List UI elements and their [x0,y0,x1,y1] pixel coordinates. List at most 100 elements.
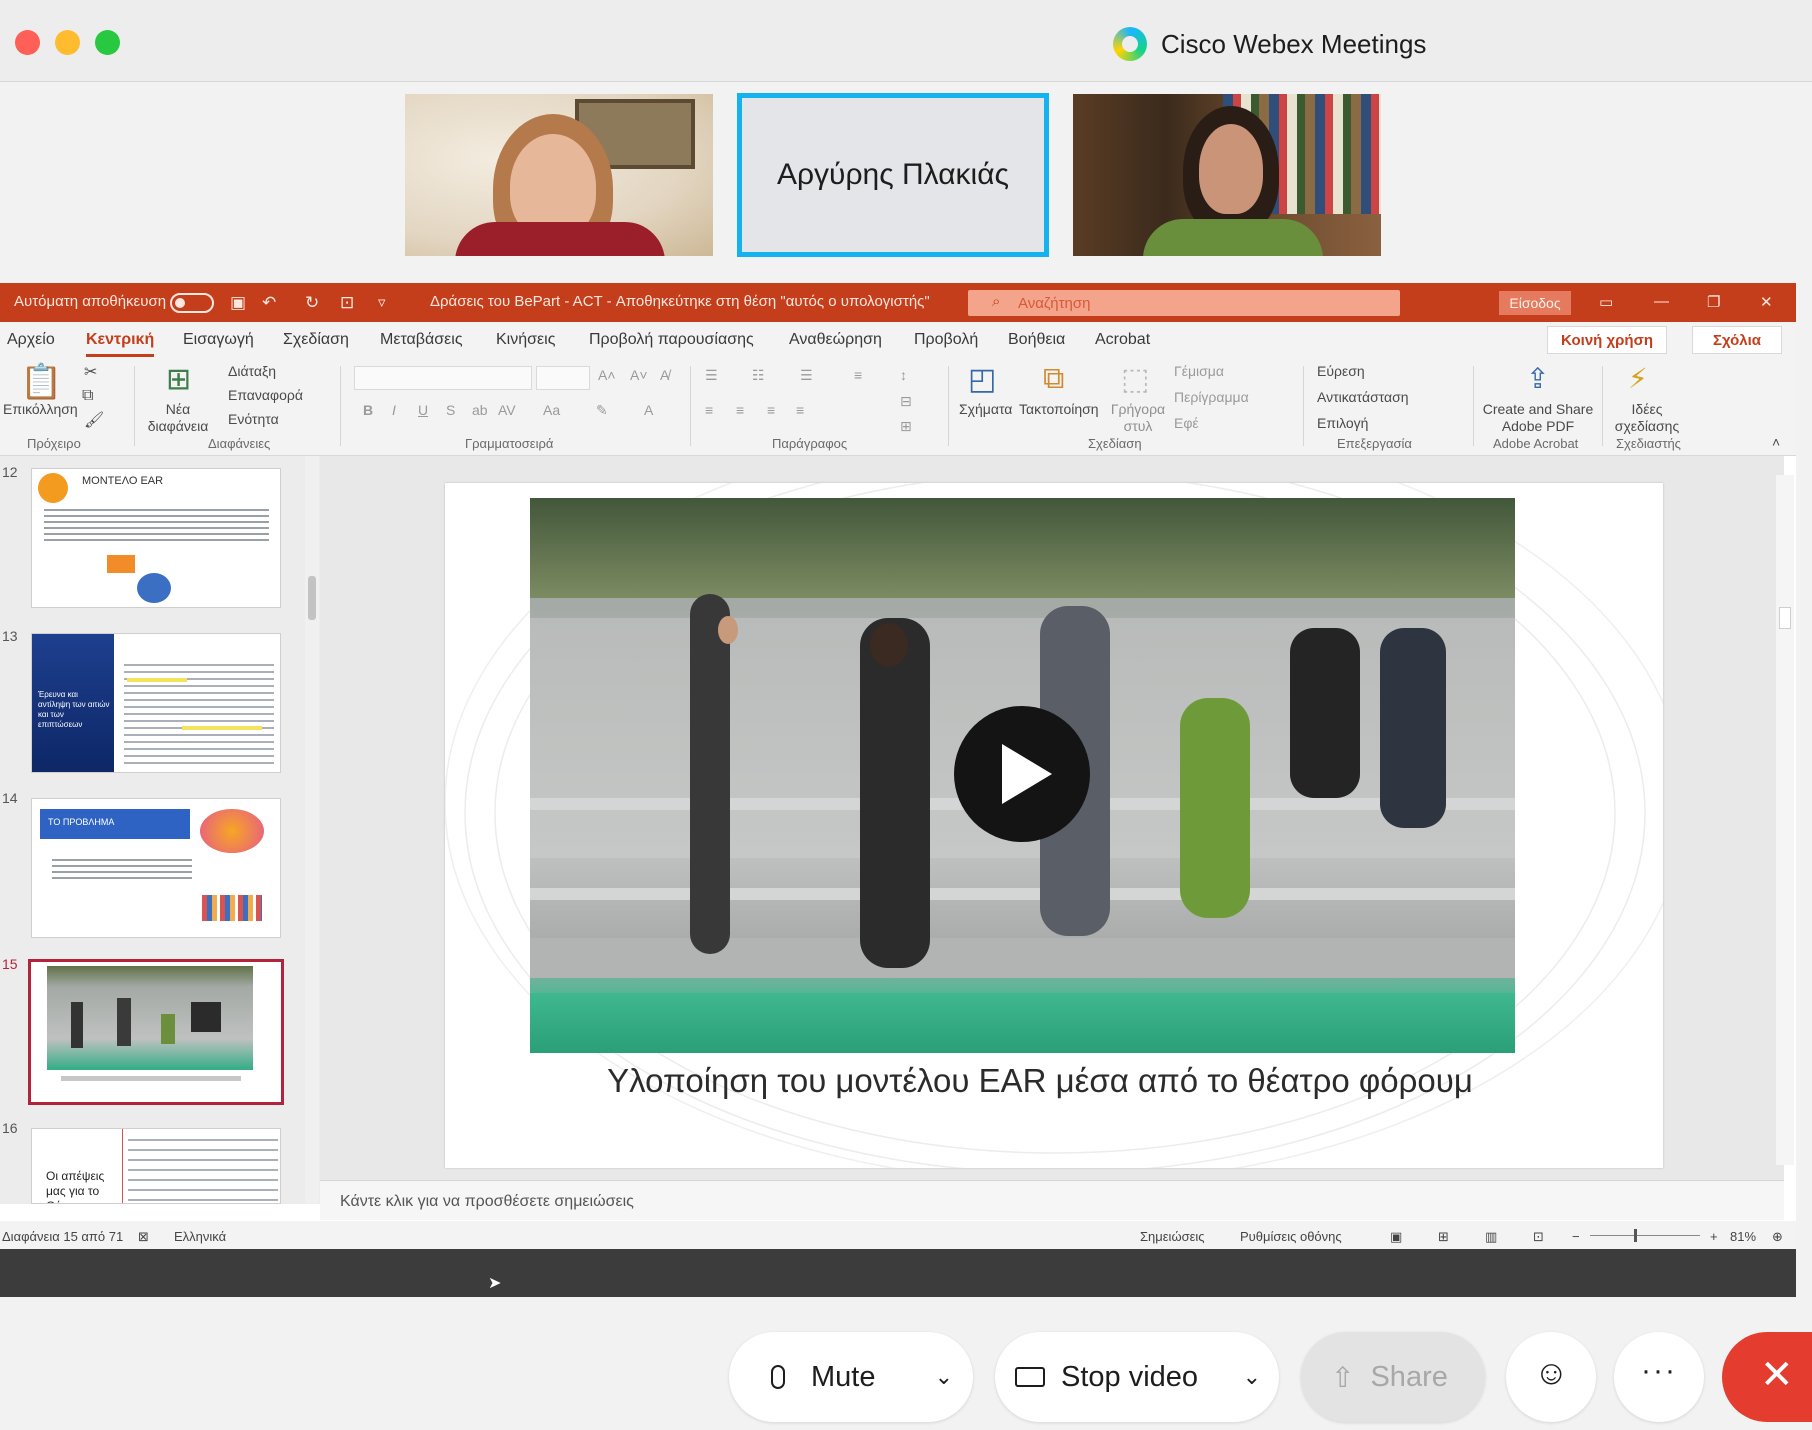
stop-video-button[interactable]: Stop video ⌄ [995,1332,1279,1422]
share-button[interactable]: ⇧ Share [1301,1332,1485,1422]
shapes-label[interactable]: Σχήματα [959,401,1012,417]
select-button[interactable]: Επιλογή [1317,415,1368,431]
arrange-icon[interactable]: ⧉ [1043,362,1064,396]
tab-transitions[interactable]: Μεταβάσεις [380,331,463,349]
redo-icon[interactable]: ↻ [305,293,319,313]
new-slide-icon[interactable]: ⊞ [166,362,191,397]
restore-icon[interactable]: ❐ [1707,293,1720,311]
signin-button[interactable]: Είσοδος [1499,291,1571,315]
tab-design[interactable]: Σχεδίαση [283,331,349,349]
strikethrough-icon[interactable]: ab [472,402,488,418]
thumbnail-scrollbar[interactable] [305,456,319,1204]
autosave-toggle[interactable] [170,293,214,313]
spellcheck-icon[interactable]: ⊠ [138,1229,149,1245]
sorter-view-icon[interactable]: ⊞ [1438,1229,1449,1245]
language-label[interactable]: Ελληνικά [174,1229,226,1244]
participant-video-1[interactable] [405,94,713,256]
play-button[interactable] [954,706,1090,842]
paste-icon[interactable]: 📋 [20,362,62,402]
layout-button[interactable]: Διάταξη [228,363,276,379]
collapse-ribbon-icon[interactable]: ˄ [1772,434,1780,450]
align-text-icon[interactable]: ⊟ [900,393,912,410]
text-direction-icon[interactable]: ↕ [900,367,907,383]
clear-format-icon[interactable]: A̸ [660,367,669,383]
shadow-icon[interactable]: S [446,402,455,418]
justify-icon[interactable]: ≡ [796,402,804,418]
tab-animations[interactable]: Κινήσεις [496,331,555,349]
find-button[interactable]: Εύρεση [1317,363,1365,379]
reset-button[interactable]: Επαναφορά [228,387,303,403]
arrange-label[interactable]: Τακτοποίηση [1019,401,1099,417]
notes-toggle[interactable]: Σημειώσεις [1140,1229,1205,1244]
quick-styles-icon[interactable]: ⬚ [1121,362,1149,397]
section-button[interactable]: Ενότητα [228,411,279,427]
shape-fill-button[interactable]: Γέμισμα [1174,363,1224,379]
shrink-font-icon[interactable]: A˅ [630,367,648,383]
minimize-window-button[interactable] [55,30,80,55]
tab-home[interactable]: Κεντρική [86,331,155,357]
normal-view-icon[interactable]: ▣ [1390,1229,1402,1245]
bullets-icon[interactable]: ☰ [705,367,718,384]
slideshow-view-icon[interactable]: ⊡ [1533,1229,1544,1245]
shape-outline-button[interactable]: Περίγραμμα [1174,389,1249,405]
display-settings[interactable]: Ρυθμίσεις οθόνης [1240,1229,1342,1244]
indent-icon[interactable]: ☰ [800,367,813,384]
qat-chevron-icon[interactable]: ▿ [378,293,386,311]
minimize-icon[interactable]: — [1654,293,1669,310]
close-icon[interactable]: ✕ [1760,293,1773,311]
font-family-select[interactable] [354,366,532,390]
reactions-button[interactable]: ☺ [1506,1332,1596,1422]
design-ideas-label[interactable]: Ιδέες σχεδίασης [1612,401,1682,435]
ribbon-display-icon[interactable]: ▭ [1599,293,1613,311]
share-ppt-button[interactable]: Κοινή χρήση [1547,326,1667,354]
tab-slideshow[interactable]: Προβολή παρουσίασης [589,331,754,349]
paste-label[interactable]: Επικόλληση [3,401,78,417]
quick-styles-label[interactable]: Γρήγορα στυλ [1108,401,1168,435]
notes-pane[interactable]: Κάντε κλικ για να προσθέσετε σημειώσεις [320,1180,1784,1220]
mute-options-chevron-icon[interactable]: ⌄ [935,1364,953,1390]
adobe-pdf-icon[interactable]: ⇪ [1526,362,1549,395]
more-options-button[interactable]: ··· [1614,1332,1704,1422]
tab-view[interactable]: Προβολή [914,331,978,349]
font-size-select[interactable] [536,366,590,390]
grow-font-icon[interactable]: A˄ [598,367,616,383]
undo-icon[interactable]: ↶ [262,293,276,313]
underline-icon[interactable]: U [418,402,428,418]
mute-button[interactable]: Mute ⌄ [729,1332,973,1422]
zoom-in-icon[interactable]: + [1710,1229,1718,1244]
align-right-icon[interactable]: ≡ [767,402,775,418]
tab-help[interactable]: Βοήθεια [1008,331,1065,349]
zoom-slider[interactable] [1590,1229,1700,1242]
align-center-icon[interactable]: ≡ [736,402,744,418]
replace-button[interactable]: Αντικατάσταση [1317,389,1409,405]
shapes-icon[interactable]: ◰ [968,362,996,397]
participant-video-3[interactable] [1073,94,1381,256]
new-slide-label[interactable]: Νέα διαφάνεια [143,401,213,435]
zoom-out-icon[interactable]: − [1572,1229,1580,1244]
tab-insert[interactable]: Εισαγωγή [183,331,254,349]
cut-icon[interactable]: ✂ [84,362,97,382]
smartart-icon[interactable]: ⊞ [900,418,912,435]
video-options-chevron-icon[interactable]: ⌄ [1243,1364,1261,1390]
participant-active-tile[interactable]: Αργύρης Πλακιάς [737,93,1049,257]
search-box[interactable]: ⌕ Αναζήτηση [968,290,1400,316]
present-icon[interactable]: ⊡ [340,293,354,313]
copy-icon[interactable]: ⧉ [82,387,93,405]
change-case-icon[interactable]: Aa [543,402,560,418]
italic-icon[interactable]: I [392,402,396,418]
line-spacing-icon[interactable]: ≡ [854,367,862,383]
maximize-window-button[interactable] [95,30,120,55]
shape-effects-button[interactable]: Εφέ [1174,415,1199,431]
tab-review[interactable]: Αναθεώρηση [789,331,882,349]
tab-file[interactable]: Αρχείο [7,331,55,349]
tab-acrobat[interactable]: Acrobat [1095,331,1150,349]
slide-scrollbar[interactable] [1776,475,1794,1165]
fit-slide-icon[interactable]: ⊕ [1772,1229,1783,1245]
spacing-icon[interactable]: AV [498,402,516,418]
slide-thumbnail[interactable]: ΤΟ ΠΡΟΒΛΗΜΑ [31,798,281,938]
leave-meeting-button[interactable]: ✕ [1722,1332,1812,1422]
slide-thumbnail[interactable]: Οι απέψεις μας για το Θέατρο [31,1128,281,1204]
save-icon[interactable]: ▣ [230,293,246,313]
adobe-pdf-label[interactable]: Create and Share Adobe PDF [1478,401,1598,435]
slide-thumbnail-selected[interactable] [28,959,284,1105]
